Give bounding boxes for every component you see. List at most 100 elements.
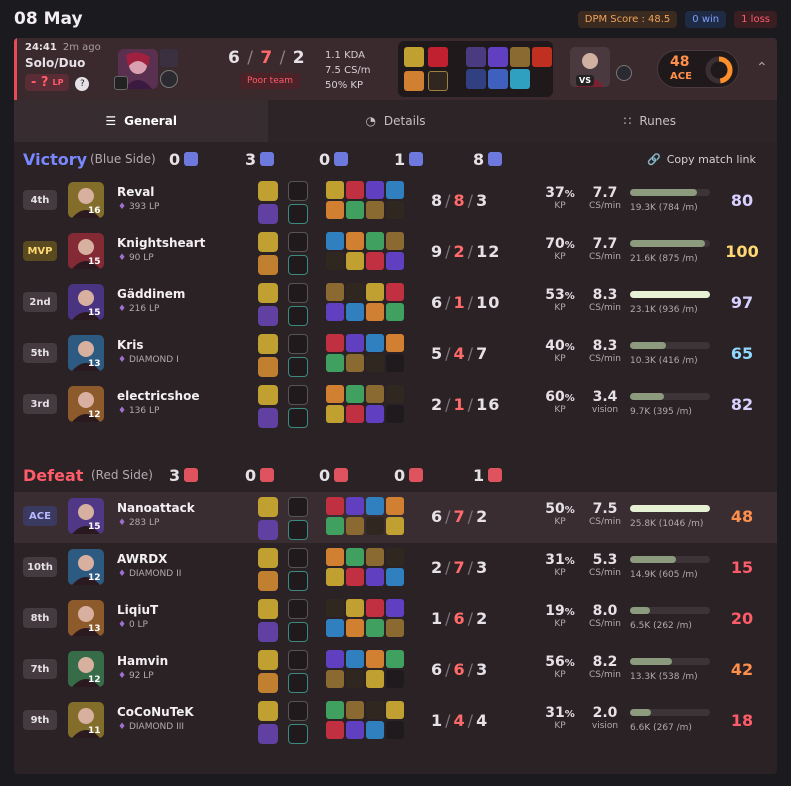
team-result: Victory (23, 149, 88, 169)
item-slot (386, 232, 404, 250)
objective-tower: 3 (169, 466, 199, 485)
item-slot (346, 701, 364, 719)
player-row[interactable]: 8th 13 LiqiuT ♦ 0 LP 1/6/2 19% KP 8.0 CS/m… (14, 594, 777, 645)
rank-emblem-icon: ♦ (118, 569, 127, 579)
objective-grub: 8 (473, 150, 503, 169)
player-row[interactable]: 4th 16 Reval ♦ 393 LP 8/8/3 37% KP 7.7 CS/… (14, 176, 777, 227)
item-slot (366, 701, 384, 719)
player-rank-badge: 9th (23, 710, 57, 730)
summoner-name[interactable]: Nanoattack (117, 501, 195, 515)
collapse-chevron-icon[interactable]: ⌃ (756, 60, 768, 76)
poor-team-badge: Poor team (240, 73, 301, 89)
match-date-header: 08 May DPM Score : 48.5 0 win 1 loss (0, 0, 791, 38)
vs-label: VS (576, 75, 594, 86)
player-kda: 6/6/3 (431, 660, 489, 679)
item-slot (326, 181, 344, 199)
kill-participation: 37% KP (545, 185, 575, 211)
match-detail-tabs: ☰ General ◔ Details ∷ Runes (14, 100, 777, 142)
item-slot (326, 650, 344, 668)
item-slot (326, 497, 344, 515)
item-slot (326, 599, 344, 617)
team-header: Defeat (Red Side) 3 0 0 0 1 (14, 458, 777, 492)
player-score: 48 (730, 507, 754, 526)
item-slot (346, 405, 364, 423)
win-count-badge: 0 win (685, 10, 727, 28)
player-row[interactable]: ACE 15 Nanoattack ♦ 283 LP 6/7/2 50% KP 7… (14, 492, 777, 543)
summoner-name[interactable]: AWRDX (117, 552, 167, 566)
item-build (326, 232, 404, 270)
baron-icon (334, 468, 349, 482)
role-icon (114, 76, 128, 90)
lp-help-icon[interactable]: ? (75, 77, 90, 91)
item-slot (386, 252, 404, 270)
item-slot (326, 670, 344, 688)
ace-score-value: 48 (670, 54, 690, 70)
item-slot (386, 670, 404, 688)
item-build (326, 283, 404, 321)
summoner-name[interactable]: Knightsheart (117, 236, 205, 250)
match-summary-header[interactable]: 24:41 2m ago Solo/Duo - ? LP? 6 / 7 / 2 Po… (14, 38, 777, 100)
damage-bar (630, 393, 710, 400)
item-build (326, 650, 404, 688)
player-kda: 6/7/2 (431, 507, 489, 526)
player-row[interactable]: 2nd 15 Gäddinem ♦ 216 LP 6/1/10 53% KP 8.… (14, 278, 777, 329)
blue-team-section: Victory (Blue Side) 0 3 0 1 8 🔗 Copy match link… (14, 142, 777, 428)
rank-emblem-icon: ♦ (118, 722, 127, 732)
cs-stat: 8.0 CS/min (588, 603, 621, 629)
tower-icon (184, 152, 199, 166)
item-slot (366, 619, 384, 637)
summoner-name[interactable]: Gäddinem (117, 287, 185, 301)
player-kda: 1/4/4 (431, 711, 489, 730)
champion-level: 16 (88, 206, 101, 216)
tab-general[interactable]: ☰ General (14, 100, 269, 142)
summoner-name[interactable]: Hamvin (117, 654, 168, 668)
damage-bar (630, 291, 710, 298)
player-row[interactable]: 10th 12 AWRDX ♦ DIAMOND II 2/7/3 31% KP 5… (14, 543, 777, 594)
player-row[interactable]: 9th 11 CoCoNuTeK ♦ DIAMOND III 1/4/4 31%… (14, 696, 777, 747)
player-row[interactable]: MVP 15 Knightsheart ♦ 90 LP 9/2/12 70% KP… (14, 227, 777, 278)
kill-participation: 50% KP (325, 80, 363, 91)
list-icon: ☰ (105, 114, 117, 128)
objective-baron: 0 (319, 466, 349, 485)
match-duration: 24:41 (25, 42, 57, 53)
item-build (326, 701, 404, 739)
player-row[interactable]: 5th 13 Kris ♦ DIAMOND I 5/4/7 40% KP 8.3 C… (14, 329, 777, 380)
champion-level: 13 (88, 624, 101, 634)
champion-level: 13 (88, 359, 101, 369)
item-slot (366, 303, 384, 321)
team-result: Defeat (23, 465, 84, 485)
rune-icons (288, 599, 308, 645)
damage-bar (630, 189, 710, 196)
ace-label: ACE (670, 71, 692, 82)
player-row[interactable]: 3rd 12 electricshoe ♦ 136 LP 2/1/16 60% K… (14, 380, 777, 431)
rune-icons (288, 701, 308, 747)
item-slot (326, 232, 344, 250)
summoner-name[interactable]: Kris (117, 338, 143, 352)
tab-runes[interactable]: ∷ Runes (522, 100, 777, 142)
summoner-rank: ♦ 90 LP (118, 253, 154, 263)
item-slot (326, 334, 344, 352)
item-slot (346, 252, 364, 270)
item-slot (366, 548, 384, 566)
lp-change-badge: - ? LP (25, 74, 70, 91)
player-rank-badge: MVP (23, 241, 57, 261)
rank-emblem-icon: ♦ (118, 202, 127, 212)
item-slot (346, 599, 364, 617)
player-row[interactable]: 7th 12 Hamvin ♦ 92 LP 6/6/3 56% KP 8.2 CS/… (14, 645, 777, 696)
kill-participation: 60% KP (545, 389, 575, 415)
tab-details[interactable]: ◔ Details (268, 100, 523, 142)
rune-icons (288, 497, 308, 543)
summoner-name[interactable]: electricshoe (117, 389, 199, 403)
cs-stat: 2.0 vision (591, 705, 619, 731)
player-rank-badge: ACE (23, 506, 57, 526)
summoner-name[interactable]: LiqiuT (117, 603, 158, 617)
player-rank-badge: 8th (23, 608, 57, 628)
copy-match-link-button[interactable]: 🔗 Copy match link (647, 153, 756, 166)
match-time-ago: 2m ago (62, 42, 101, 53)
summoner-name[interactable]: CoCoNuTeK (117, 705, 194, 719)
damage-bar (630, 709, 710, 716)
player-score: 100 (725, 242, 759, 261)
summoner-name[interactable]: Reval (117, 185, 154, 199)
item-slot (386, 619, 404, 637)
loss-indicator-bar (14, 38, 17, 100)
